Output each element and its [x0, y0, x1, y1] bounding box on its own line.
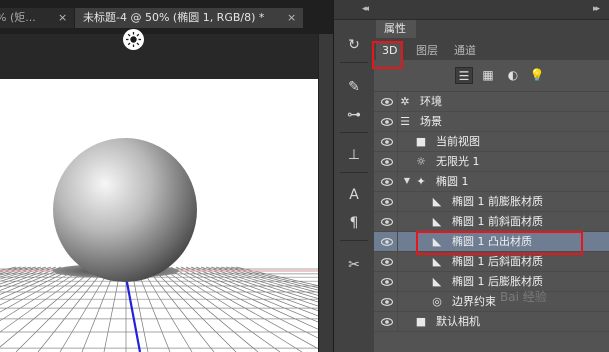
eye-icon[interactable]	[381, 116, 393, 128]
scene-tree-row[interactable]: ◣ 椭圆 1 前膨胀材质	[374, 192, 609, 212]
tools-icon[interactable]: ✂	[343, 254, 365, 276]
strip-header: ◂◂	[334, 0, 374, 20]
eye-icon[interactable]	[381, 256, 393, 268]
divider	[340, 240, 368, 241]
eye-icon[interactable]	[381, 296, 393, 308]
tab-channels[interactable]: 通道	[448, 41, 482, 60]
collapse-right-icon[interactable]: ▸▸	[593, 4, 600, 14]
scene-tree-label: 当前视图	[436, 135, 480, 148]
3d-scene	[0, 79, 318, 352]
sphere-mesh[interactable]	[53, 138, 197, 282]
eye-icon[interactable]	[381, 216, 393, 228]
sun-icon[interactable]	[123, 29, 144, 50]
canvas-area[interactable]	[0, 34, 333, 352]
character-icon[interactable]: A	[343, 184, 365, 206]
document-tab-active[interactable]: 未标题-4 @ 50% (椭圆 1, RGB/8) * ×	[75, 8, 303, 28]
scene-tree: ✲ 环境 ☰ 场景 ■ 当前视图 ☼ 无限光 1 ▼ ✦ 椭圆 1 ◣ 椭圆 1 前膨胀材质 ◣ 椭圆 1 …	[374, 92, 609, 352]
adjustments-icon[interactable]: ⊶	[343, 104, 365, 126]
divider	[340, 62, 368, 63]
document-tab-inactive[interactable]: % (矩... ×	[0, 8, 74, 28]
scene-tree-label: 椭圆 1	[436, 175, 469, 188]
sub-tab-bar: 3D 图层 通道	[374, 38, 609, 60]
scene-tree-label: 椭圆 1 前膨胀材质	[452, 195, 543, 208]
scene-tree-row[interactable]: ◎ 边界约束	[374, 292, 609, 312]
scene-icon: ☰	[400, 115, 410, 128]
scene-tree-label: 边界约束	[452, 295, 496, 308]
scene-tree-row[interactable]: ◣ 椭圆 1 前斜面材质	[374, 212, 609, 232]
constraint-icon: ◎	[432, 295, 442, 308]
tab-label: 未标题-4 @ 50% (椭圆 1, RGB/8) *	[83, 11, 265, 24]
environment-icon: ✲	[400, 95, 410, 108]
scene-tree-row[interactable]: ◣ 椭圆 1 后斜面材质	[374, 252, 609, 272]
scene-tree-row[interactable]: ■ 当前视图	[374, 132, 609, 152]
eye-icon[interactable]	[381, 316, 393, 328]
scene-tree-label: 椭圆 1 前斜面材质	[452, 215, 543, 228]
eye-icon[interactable]	[381, 236, 393, 248]
close-icon[interactable]: ×	[287, 8, 296, 28]
3d-rotate-icon[interactable]: ↻	[343, 34, 365, 56]
camera-icon: ■	[415, 315, 427, 328]
eye-icon[interactable]	[381, 156, 393, 168]
mesh-filter-icon[interactable]: ▦	[479, 67, 497, 84]
close-icon[interactable]: ×	[58, 8, 67, 28]
scene-tree-label: 椭圆 1 后膨胀材质	[452, 275, 543, 288]
expand-arrow-icon[interactable]: ▼	[402, 176, 412, 185]
document-tab-bar: % (矩... × 未标题-4 @ 50% (椭圆 1, RGB/8) * ×	[0, 0, 333, 34]
properties-panel: ▸▸ 属性 3D 图层 通道 ☰ ▦ ◐ 💡 ✲ 环境 ☰ 场景 ■ 当前视图 ☼ 无限光 1…	[374, 0, 609, 352]
material-icon: ◣	[432, 255, 442, 268]
scene-tree-row[interactable]: ■ 默认相机	[374, 312, 609, 332]
scene-tree-row[interactable]: ✲ 环境	[374, 92, 609, 112]
scene-tree-label: 默认相机	[436, 315, 480, 328]
scene-tree-label: 椭圆 1 后斜面材质	[452, 255, 543, 268]
paragraph-icon[interactable]: ¶	[343, 212, 365, 234]
document-canvas[interactable]	[0, 79, 318, 352]
scene-tree-label: 场景	[420, 115, 442, 128]
eye-icon[interactable]	[381, 96, 393, 108]
scene-tree-label: 环境	[420, 95, 442, 108]
material-icon: ◣	[432, 215, 442, 228]
infinite-light-icon: ☼	[416, 155, 426, 168]
brush-presets-icon[interactable]: ✎	[343, 76, 365, 98]
scene-tree-label: 无限光 1	[436, 155, 480, 168]
eye-icon[interactable]	[381, 276, 393, 288]
scene-filter-icon[interactable]: ☰	[455, 67, 473, 84]
material-icon: ◣	[432, 275, 442, 288]
scene-tree-row[interactable]: ☼ 无限光 1	[374, 152, 609, 172]
scene-tree-row[interactable]: ▼ ✦ 椭圆 1	[374, 172, 609, 192]
scene-tree-row[interactable]: ☰ 场景	[374, 112, 609, 132]
panel-title[interactable]: 属性	[376, 20, 416, 38]
eye-icon[interactable]	[381, 136, 393, 148]
tab-layers[interactable]: 图层	[410, 41, 444, 60]
divider	[340, 132, 368, 133]
camera-icon: ■	[415, 135, 427, 148]
annotation-highlight-3d-tab	[372, 41, 403, 69]
panel-icon-strip: ◂◂ ↻ ✎ ⊶ ⊥ A ¶ ✂	[333, 0, 374, 352]
light-filter-icon[interactable]: 💡	[528, 67, 546, 84]
eye-icon[interactable]	[381, 196, 393, 208]
scene-tree-row[interactable]: ◣ 椭圆 1 后膨胀材质	[374, 272, 609, 292]
collapse-left-icon[interactable]: ◂◂	[362, 4, 369, 14]
canvas-scrollbar[interactable]	[318, 34, 333, 352]
tab-label: % (矩...	[0, 11, 36, 24]
watermark: Bai 经验	[500, 290, 547, 304]
material-filter-icon[interactable]: ◐	[504, 67, 522, 84]
divider	[340, 172, 368, 173]
filter-bar: ☰ ▦ ◐ 💡	[374, 60, 609, 92]
panel-header: ▸▸	[374, 0, 609, 20]
annotation-highlight-selected-row	[416, 231, 583, 255]
material-icon: ◣	[432, 195, 442, 208]
eye-icon[interactable]	[381, 176, 393, 188]
clone-source-icon[interactable]: ⊥	[343, 144, 365, 166]
mesh-icon: ✦	[416, 175, 426, 188]
